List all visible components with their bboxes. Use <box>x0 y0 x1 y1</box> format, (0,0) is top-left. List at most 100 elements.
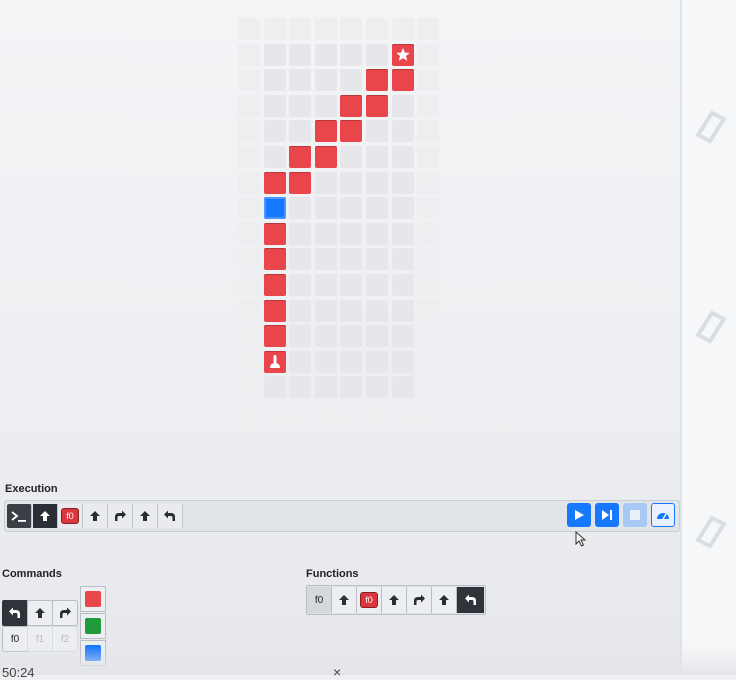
board-cell-empty <box>366 402 388 424</box>
board-cell-empty <box>314 376 337 399</box>
board-cell-empty <box>391 402 414 424</box>
play-button[interactable] <box>567 503 591 527</box>
board-cell-empty <box>366 146 388 168</box>
turn-left-icon <box>9 607 20 618</box>
board-cell-empty <box>238 171 260 194</box>
func-step-arrow-up[interactable] <box>332 587 357 613</box>
board-cell-empty <box>238 146 260 168</box>
board-cell-empty <box>340 350 363 373</box>
board-cell-empty <box>289 197 312 220</box>
board-cell-empty <box>289 274 312 296</box>
board-cell-empty <box>314 222 337 245</box>
board-cell-empty <box>238 299 260 322</box>
board-cell-empty <box>340 299 363 322</box>
board-cell-empty <box>238 350 260 373</box>
board-cell-empty <box>366 299 388 322</box>
board-cell-empty <box>314 43 337 66</box>
board-cell-empty <box>417 402 440 424</box>
func-step-arrow-up[interactable] <box>432 587 457 613</box>
func-step-turn-left[interactable] <box>457 587 484 613</box>
board-cell-empty <box>340 43 363 66</box>
turn-right-command[interactable] <box>52 600 78 626</box>
board-cell-empty <box>417 171 440 194</box>
turn-right-icon <box>60 607 71 618</box>
board-cell-empty <box>238 248 260 271</box>
board-cell-empty <box>289 43 312 66</box>
turn-left-command[interactable] <box>2 600 28 626</box>
func-step-arrow-up[interactable] <box>382 587 407 613</box>
star-icon <box>395 47 410 61</box>
green-color-command[interactable] <box>80 613 106 639</box>
turn-right-icon <box>414 594 425 605</box>
board-cell-empty <box>289 248 312 271</box>
board-cell-empty <box>391 350 414 373</box>
board-cell-empty <box>417 222 440 245</box>
board-cell-empty <box>238 274 260 296</box>
board-cell-red <box>263 299 286 322</box>
board-cell-empty <box>289 325 312 348</box>
board-cell-empty <box>340 248 363 271</box>
green-swatch <box>85 618 101 634</box>
red-swatch <box>85 591 101 607</box>
board-cell-empty <box>417 146 440 168</box>
board-cell-empty <box>314 402 337 424</box>
watermark-logo-icon <box>695 515 727 549</box>
step-button[interactable] <box>595 503 619 527</box>
func-step-f0[interactable]: f0 <box>357 587 382 613</box>
board-cell-empty <box>289 376 312 399</box>
board-cell-empty <box>289 18 312 40</box>
board-cell-empty <box>238 376 260 399</box>
board-cell-empty <box>238 197 260 220</box>
board-cell-empty <box>238 69 260 92</box>
board-cell-red <box>263 222 286 245</box>
watermark-logo-icon <box>695 310 727 344</box>
board-cell-empty <box>263 402 286 424</box>
board-cell-empty <box>340 402 363 424</box>
board-cell-empty <box>417 299 440 322</box>
board-cell-empty <box>391 120 414 143</box>
stop-button[interactable] <box>623 503 647 527</box>
board-cell-empty <box>314 248 337 271</box>
execution-bar: f0 <box>4 500 680 532</box>
exec-step-arrow-up <box>33 504 58 528</box>
board-cell-empty <box>263 18 286 40</box>
play-icon <box>575 510 584 520</box>
board-cell-empty <box>314 197 337 220</box>
board-cell-empty <box>263 69 286 92</box>
board-cell-empty <box>391 376 414 399</box>
board-cell-red <box>366 94 388 117</box>
f0-label: f0 <box>10 633 20 645</box>
board-cell-red <box>263 325 286 348</box>
close-icon[interactable]: × <box>333 664 341 680</box>
board-cell-empty <box>391 197 414 220</box>
board-cell-empty <box>263 120 286 143</box>
board-cell-empty <box>391 18 414 40</box>
board-cell-empty <box>238 402 260 424</box>
board-cell-empty <box>289 222 312 245</box>
speed-icon <box>657 513 669 520</box>
board-cell-empty <box>340 18 363 40</box>
board-cell-empty <box>391 274 414 296</box>
board-cell-empty <box>314 350 337 373</box>
board-cell-red <box>314 146 337 168</box>
forward-command[interactable] <box>27 600 53 626</box>
board-cell-empty <box>263 146 286 168</box>
red-color-command[interactable] <box>80 586 106 612</box>
board-cell-empty <box>417 69 440 92</box>
board-cell-empty <box>417 376 440 399</box>
board-cell-empty <box>340 69 363 92</box>
board-cell-empty <box>238 120 260 143</box>
board-cell-empty <box>340 222 363 245</box>
exec-step-turn-left <box>158 504 183 528</box>
board-cell-empty <box>391 146 414 168</box>
board-cell-red <box>289 146 312 168</box>
board-cell-red <box>391 69 414 92</box>
board-cell-empty <box>340 376 363 399</box>
speed-button[interactable] <box>651 503 675 527</box>
board-cell-red <box>340 120 363 143</box>
board-cell-empty <box>417 18 440 40</box>
board-cell-empty <box>314 18 337 40</box>
function-f0-bar: f0 f0 <box>306 585 486 615</box>
board-cell-empty <box>366 43 388 66</box>
func-step-turn-right[interactable] <box>407 587 432 613</box>
